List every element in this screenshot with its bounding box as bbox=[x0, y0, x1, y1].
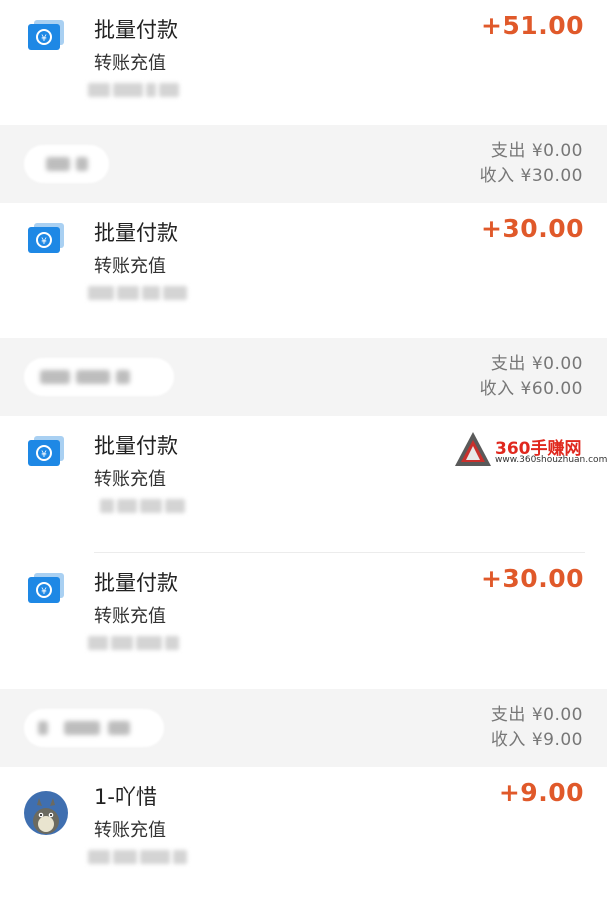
transaction-amount: +30.00 bbox=[480, 214, 584, 243]
blurred-timestamp bbox=[88, 80, 206, 100]
period-totals: 支出 ¥0.00 收入 ¥30.00 bbox=[480, 139, 583, 189]
expense-total: 支出 ¥0.00 bbox=[490, 705, 583, 725]
bill-list: ¥ 批量付款 转账充值 +51.00 支出 ¥0.00 收入 ¥30.00 ¥ … bbox=[0, 0, 607, 900]
watermark: 360手赚网 www.360shouzhuan.com bbox=[455, 430, 607, 470]
blurred-period-label[interactable] bbox=[24, 145, 109, 183]
watermark-logo-icon bbox=[455, 432, 491, 466]
transaction-title: 1-吖惜 bbox=[94, 785, 157, 809]
blurred-period-label[interactable] bbox=[24, 709, 164, 747]
transaction-type: 转账充值 bbox=[94, 256, 166, 277]
transaction-type: 转账充值 bbox=[94, 469, 166, 490]
transaction-type: 转账充值 bbox=[94, 820, 166, 841]
transaction-title: 批量付款 bbox=[94, 571, 178, 595]
transaction-title: 批量付款 bbox=[94, 434, 178, 458]
transaction-type: 转账充值 bbox=[94, 606, 166, 627]
period-totals: 支出 ¥0.00 收入 ¥60.00 bbox=[480, 352, 583, 402]
transfer-card-icon: ¥ bbox=[28, 20, 64, 50]
transaction-row[interactable]: ¥ 批量付款 转账充值 +30.00 bbox=[0, 553, 607, 689]
svg-text:¥: ¥ bbox=[41, 237, 47, 247]
svg-text:¥: ¥ bbox=[41, 587, 47, 597]
transfer-card-icon: ¥ bbox=[28, 436, 64, 466]
transaction-title: 批量付款 bbox=[94, 221, 178, 245]
blurred-timestamp bbox=[88, 847, 206, 867]
blurred-timestamp bbox=[100, 496, 218, 516]
income-total: 收入 ¥30.00 bbox=[479, 166, 583, 186]
blurred-timestamp bbox=[88, 633, 206, 653]
transfer-card-icon: ¥ bbox=[28, 223, 64, 253]
svg-text:¥: ¥ bbox=[41, 34, 47, 44]
svg-text:¥: ¥ bbox=[41, 450, 47, 460]
income-total: 收入 ¥9.00 bbox=[490, 730, 583, 750]
expense-total: 支出 ¥0.00 bbox=[490, 354, 583, 374]
transaction-type: 转账充值 bbox=[94, 53, 166, 74]
income-total: 收入 ¥60.00 bbox=[479, 379, 583, 399]
watermark-url: www.360shouzhuan.com bbox=[495, 455, 607, 465]
transaction-amount: +9.00 bbox=[498, 778, 584, 807]
transaction-title: 批量付款 bbox=[94, 18, 178, 42]
transfer-card-icon: ¥ bbox=[28, 573, 64, 603]
transaction-row[interactable]: ¥ 批量付款 转账充值 +30.00 bbox=[0, 203, 607, 338]
transaction-amount: +51.00 bbox=[480, 11, 584, 40]
transaction-row[interactable]: ¥ 批量付款 转账充值 +51.00 bbox=[0, 0, 607, 125]
period-summary-header: 支出 ¥0.00 收入 ¥60.00 bbox=[0, 338, 607, 416]
period-totals: 支出 ¥0.00 收入 ¥9.00 bbox=[491, 703, 583, 753]
period-summary-header: 支出 ¥0.00 收入 ¥30.00 bbox=[0, 125, 607, 203]
transaction-amount: +30.00 bbox=[480, 564, 584, 593]
transaction-row[interactable]: 1-吖惜 转账充值 +9.00 bbox=[0, 767, 607, 900]
blurred-period-label[interactable] bbox=[24, 358, 174, 396]
period-summary-header: 支出 ¥0.00 收入 ¥9.00 bbox=[0, 689, 607, 767]
expense-total: 支出 ¥0.00 bbox=[490, 141, 583, 161]
blurred-timestamp bbox=[88, 283, 206, 303]
avatar bbox=[24, 791, 68, 835]
